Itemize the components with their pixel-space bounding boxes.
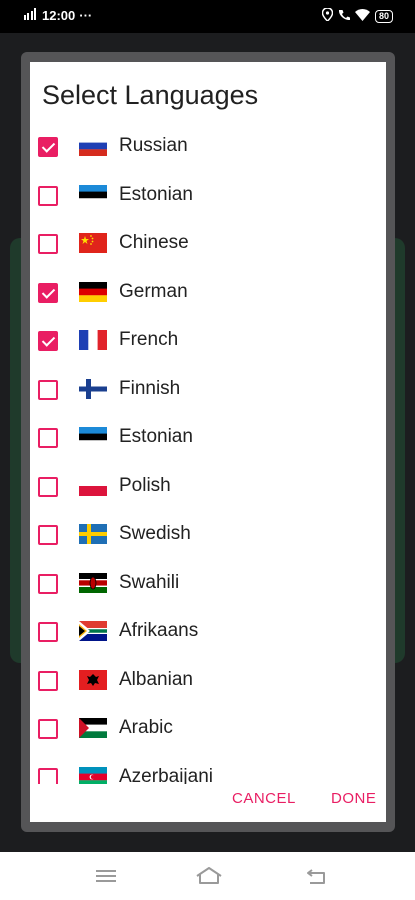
- language-label: Chinese: [119, 232, 189, 253]
- location-icon: [321, 7, 334, 24]
- sweden-flag-icon: [79, 524, 107, 544]
- finland-flag-icon: [79, 378, 107, 399]
- menu-icon[interactable]: [93, 864, 119, 888]
- language-list[interactable]: Russian Estonian Chinese German French Finnis…: [30, 124, 386, 828]
- dialog-actions: CANCEL DONE: [30, 784, 386, 816]
- language-row[interactable]: Finnish: [30, 367, 386, 416]
- language-row[interactable]: Chinese: [30, 221, 386, 270]
- language-checkbox[interactable]: [38, 331, 58, 351]
- language-checkbox[interactable]: [38, 719, 58, 739]
- china-flag-icon: [79, 233, 107, 253]
- battery-icon: 80: [374, 9, 393, 23]
- done-button[interactable]: DONE: [331, 790, 376, 807]
- language-label: Finnish: [119, 377, 181, 399]
- language-label: Russian: [119, 135, 188, 156]
- clock-time: 12:00: [42, 8, 76, 23]
- language-label: Swedish: [119, 523, 191, 544]
- cancel-button[interactable]: CANCEL: [232, 790, 296, 807]
- language-row[interactable]: Swahili: [30, 561, 386, 610]
- germany-flag-icon: [79, 281, 107, 302]
- russia-flag-icon: [79, 136, 107, 156]
- language-checkbox[interactable]: [38, 185, 58, 206]
- language-checkbox[interactable]: [38, 622, 58, 642]
- language-row[interactable]: Polish: [30, 464, 386, 513]
- status-bar: 12:00 ··· 80: [0, 0, 415, 33]
- poland-flag-icon: [79, 475, 107, 496]
- language-checkbox[interactable]: [38, 379, 58, 400]
- language-checkbox[interactable]: [38, 573, 58, 594]
- language-label: Swahili: [119, 571, 180, 593]
- language-row[interactable]: German: [30, 270, 386, 319]
- language-checkbox[interactable]: [38, 476, 58, 497]
- language-row[interactable]: Swedish: [30, 512, 386, 561]
- home-icon[interactable]: [195, 864, 222, 888]
- language-row[interactable]: Albanian: [30, 658, 386, 707]
- estonia-flag-icon: [79, 184, 107, 205]
- language-checkbox[interactable]: [38, 428, 58, 448]
- language-label: French: [119, 329, 179, 350]
- language-label: Arabic: [119, 717, 173, 738]
- navigation-bar: [0, 852, 415, 900]
- estonia-flag-icon: [79, 427, 107, 447]
- language-row[interactable]: French: [30, 318, 386, 367]
- language-label: Albanian: [119, 668, 193, 690]
- call-icon: [338, 9, 350, 24]
- france-flag-icon: [79, 330, 107, 350]
- language-label: Estonian: [119, 426, 193, 447]
- language-checkbox[interactable]: [38, 670, 58, 691]
- language-label: German: [119, 280, 188, 302]
- language-label: Polish: [119, 474, 171, 496]
- language-row[interactable]: Arabic: [30, 706, 386, 755]
- dialog-title: Select Languages: [42, 80, 259, 110]
- dialog-content: Select Languages Russian Estonian Chinese G…: [30, 62, 386, 822]
- notification-dots: ···: [79, 8, 93, 23]
- language-row[interactable]: Russian: [30, 124, 386, 173]
- language-checkbox[interactable]: [38, 282, 58, 303]
- south-africa-flag-icon: [79, 621, 107, 641]
- language-row[interactable]: Afrikaans: [30, 609, 386, 658]
- kenya-flag-icon: [79, 572, 107, 593]
- language-checkbox[interactable]: [38, 137, 58, 157]
- language-label: Estonian: [119, 183, 193, 205]
- signal-icon: [24, 8, 38, 23]
- language-checkbox[interactable]: [38, 234, 58, 254]
- language-dialog: Select Languages Russian Estonian Chinese G…: [21, 52, 395, 832]
- language-label: Afrikaans: [119, 620, 199, 641]
- language-row[interactable]: Estonian: [30, 173, 386, 222]
- albania-flag-icon: [79, 669, 107, 690]
- language-checkbox[interactable]: [38, 525, 58, 545]
- language-row[interactable]: Estonian: [30, 415, 386, 464]
- arab-flag-icon: [79, 718, 107, 738]
- back-icon[interactable]: [304, 864, 330, 888]
- wifi-icon: [354, 8, 370, 24]
